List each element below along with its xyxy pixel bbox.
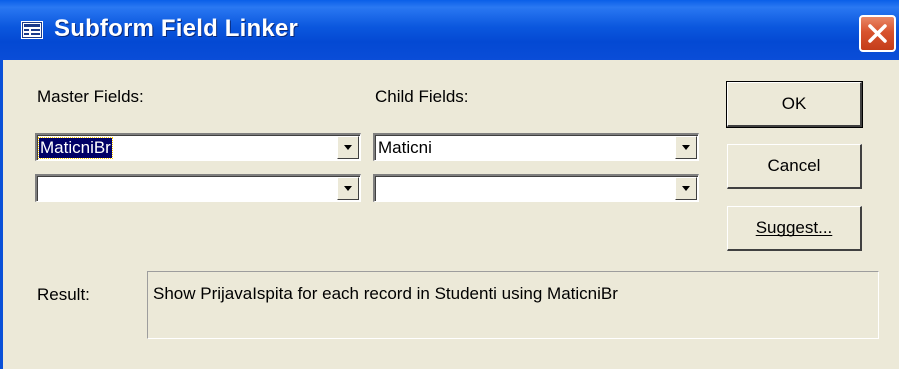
chevron-down-icon[interactable] bbox=[675, 136, 697, 159]
child-field-1-value[interactable]: Maticni bbox=[377, 138, 433, 158]
cancel-button-label: Cancel bbox=[767, 156, 821, 175]
result-text: Show PrijavaIspita for each record in St… bbox=[153, 284, 618, 303]
close-icon bbox=[868, 24, 887, 43]
child-field-2-combo[interactable] bbox=[373, 174, 699, 202]
title-bar[interactable]: Subform Field Linker bbox=[0, 0, 899, 60]
ok-button[interactable]: OK bbox=[726, 81, 863, 128]
form-icon bbox=[21, 21, 43, 39]
chevron-down-icon[interactable] bbox=[675, 177, 697, 200]
window-title: Subform Field Linker bbox=[54, 15, 299, 42]
ok-button-label: OK bbox=[781, 94, 807, 113]
chevron-down-icon[interactable] bbox=[337, 177, 359, 200]
cancel-button[interactable]: Cancel bbox=[727, 144, 862, 189]
chevron-down-icon[interactable] bbox=[337, 136, 359, 159]
suggest-button-label: Suggest... bbox=[755, 218, 833, 237]
suggest-button[interactable]: Suggest... bbox=[727, 206, 862, 251]
result-box: Show PrijavaIspita for each record in St… bbox=[147, 271, 879, 339]
master-field-1-value[interactable]: MaticniBr bbox=[38, 137, 113, 159]
result-label: Result: bbox=[37, 285, 90, 304]
master-field-2-combo[interactable] bbox=[35, 174, 361, 202]
child-fields-label: Child Fields: bbox=[375, 87, 469, 106]
master-field-1-combo[interactable]: MaticniBr bbox=[35, 133, 361, 161]
dialog-body: Master Fields: Child Fields: MaticniBr M… bbox=[0, 60, 899, 369]
close-button[interactable] bbox=[859, 15, 896, 52]
master-fields-label: Master Fields: bbox=[37, 87, 144, 106]
child-field-1-combo[interactable]: Maticni bbox=[373, 133, 699, 161]
subform-field-linker-dialog: Subform Field Linker Master Fields: Chil… bbox=[0, 0, 899, 369]
